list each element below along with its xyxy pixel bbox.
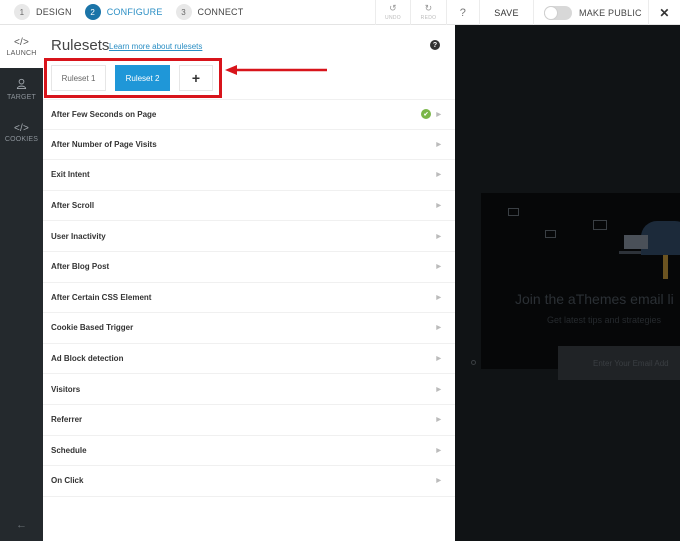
chevron-right-icon: ▶ — [436, 172, 441, 179]
close-circle-icon — [471, 360, 476, 365]
chevron-right-icon: ▶ — [436, 447, 441, 454]
sidebar-item-launch[interactable]: </> LAUNCH — [0, 25, 43, 68]
make-public-label: MAKE PUBLIC — [579, 7, 642, 18]
toolbar-actions: ↺ UNDO ↻ REDO ? SAVE MAKE PUBLIC ✕ — [375, 0, 680, 25]
rulesets-panel: Rulesets Learn more about rulesets ? Rul… — [43, 25, 455, 541]
rule-label: After Scroll — [51, 201, 95, 211]
user-icon — [16, 78, 27, 92]
step-number: 3 — [175, 4, 192, 20]
chevron-right-icon: ▶ — [436, 294, 441, 301]
back-arrow-icon[interactable]: ← — [0, 519, 43, 531]
rule-exit-intent[interactable]: Exit Intent ▶ — [43, 160, 455, 191]
rule-schedule[interactable]: Schedule ▶ — [43, 436, 455, 467]
make-public-toggle[interactable]: MAKE PUBLIC — [533, 0, 648, 25]
step-configure[interactable]: 2 CONFIGURE — [84, 4, 163, 20]
rule-label: After Certain CSS Element — [51, 292, 152, 302]
sidebar: </> LAUNCH TARGET </> COOKIES ← — [0, 25, 43, 541]
help-icon[interactable]: ? — [430, 40, 440, 50]
sidebar-item-cookies[interactable]: </> COOKIES — [0, 111, 43, 154]
code-icon: </> — [13, 36, 30, 48]
rule-on-click[interactable]: On Click ▶ — [43, 466, 455, 497]
step-number: 1 — [14, 4, 30, 20]
rule-label: Exit Intent — [51, 170, 90, 180]
rule-after-page-visits[interactable]: After Number of Page Visits ▶ — [43, 130, 455, 161]
undo-label: UNDO — [385, 15, 401, 21]
page-title: Rulesets — [51, 37, 110, 54]
sidebar-item-label: LAUNCH — [6, 49, 37, 57]
sidebar-item-label: TARGET — [6, 94, 37, 101]
code-icon: </> — [13, 122, 30, 134]
chevron-right-icon: ▶ — [436, 356, 441, 363]
rule-referrer[interactable]: Referrer ▶ — [43, 405, 455, 436]
rule-after-few-seconds[interactable]: After Few Seconds on Page ✔ ▶ — [43, 99, 455, 130]
help-button[interactable]: ? — [446, 0, 479, 25]
sidebar-item-label: COOKIES — [4, 135, 39, 143]
rule-label: User Inactivity — [51, 231, 106, 241]
rule-label: On Click — [51, 476, 84, 486]
chevron-right-icon: ▶ — [436, 386, 441, 393]
rule-label: After Number of Page Visits — [51, 139, 157, 149]
rules-list: After Few Seconds on Page ✔ ▶ After Numb… — [43, 99, 455, 497]
learn-more-link[interactable]: Learn more about rulesets — [109, 42, 202, 51]
envelope-icon — [508, 208, 519, 216]
rule-after-blog-post[interactable]: After Blog Post ▶ — [43, 252, 455, 283]
step-label: CONNECT — [197, 7, 244, 17]
rule-label: After Blog Post — [51, 262, 110, 272]
top-bar: 1 DESIGN 2 CONFIGURE 3 CONNECT ↺ UNDO ↻ … — [0, 0, 680, 25]
chevron-right-icon: ▶ — [436, 264, 441, 271]
rule-label: After Few Seconds on Page — [51, 109, 157, 119]
popup-subtitle: Get latest tips and strategies — [547, 315, 662, 325]
rule-label: Visitors — [51, 384, 81, 394]
rule-css-element[interactable]: After Certain CSS Element ▶ — [43, 283, 455, 314]
chevron-right-icon: ▶ — [436, 325, 441, 332]
redo-button[interactable]: ↻ REDO — [410, 0, 446, 25]
redo-icon: ↻ — [424, 3, 433, 13]
step-label: CONFIGURE — [106, 7, 163, 17]
mailbox-post — [663, 255, 668, 279]
chevron-right-icon: ▶ — [436, 141, 441, 148]
envelope-icon — [593, 220, 607, 230]
close-button[interactable]: ✕ — [648, 0, 680, 25]
step-label: DESIGN — [36, 7, 72, 17]
rule-cookie-trigger[interactable]: Cookie Based Trigger ▶ — [43, 313, 455, 344]
popup-preview: Join the aThemes email li Get latest tip… — [455, 25, 680, 541]
rule-ad-block[interactable]: Ad Block detection ▶ — [43, 344, 455, 375]
chevron-right-icon: ▶ — [436, 417, 441, 424]
undo-button[interactable]: ↺ UNDO — [375, 0, 410, 25]
step-design[interactable]: 1 DESIGN — [14, 4, 72, 20]
rule-label: Schedule — [51, 445, 87, 455]
check-icon: ✔ — [421, 109, 431, 120]
chevron-right-icon: ▶ — [436, 111, 441, 118]
undo-icon: ↺ — [389, 3, 397, 13]
sidebar-item-target[interactable]: TARGET — [0, 68, 43, 111]
rule-label: Referrer — [51, 415, 83, 425]
rule-user-inactivity[interactable]: User Inactivity ▶ — [43, 221, 455, 252]
toggle-switch[interactable] — [544, 5, 572, 20]
rule-visitors[interactable]: Visitors ▶ — [43, 374, 455, 405]
save-button[interactable]: SAVE — [479, 0, 533, 25]
email-input: Enter Your Email Add — [558, 346, 680, 380]
redo-label: REDO — [420, 15, 437, 21]
annotation-arrow-icon — [225, 65, 327, 75]
rule-label: Ad Block detection — [51, 354, 124, 364]
annotation-highlight-box — [44, 58, 222, 98]
step-number: 2 — [84, 4, 101, 20]
chevron-right-icon: ▶ — [436, 233, 441, 240]
popup-title: Join the aThemes email li — [515, 291, 674, 307]
chevron-right-icon: ▶ — [436, 478, 441, 485]
close-icon: ✕ — [659, 5, 670, 20]
question-icon: ? — [459, 6, 467, 19]
rule-after-scroll[interactable]: After Scroll ▶ — [43, 191, 455, 222]
toggle-knob — [544, 5, 558, 20]
envelope-icon — [545, 230, 556, 238]
chevron-right-icon: ▶ — [436, 203, 441, 210]
step-connect[interactable]: 3 CONNECT — [175, 4, 244, 20]
popup-card: Join the aThemes email li Get latest tip… — [481, 193, 680, 369]
letter-icon — [624, 235, 648, 249]
rule-label: Cookie Based Trigger — [51, 323, 134, 333]
